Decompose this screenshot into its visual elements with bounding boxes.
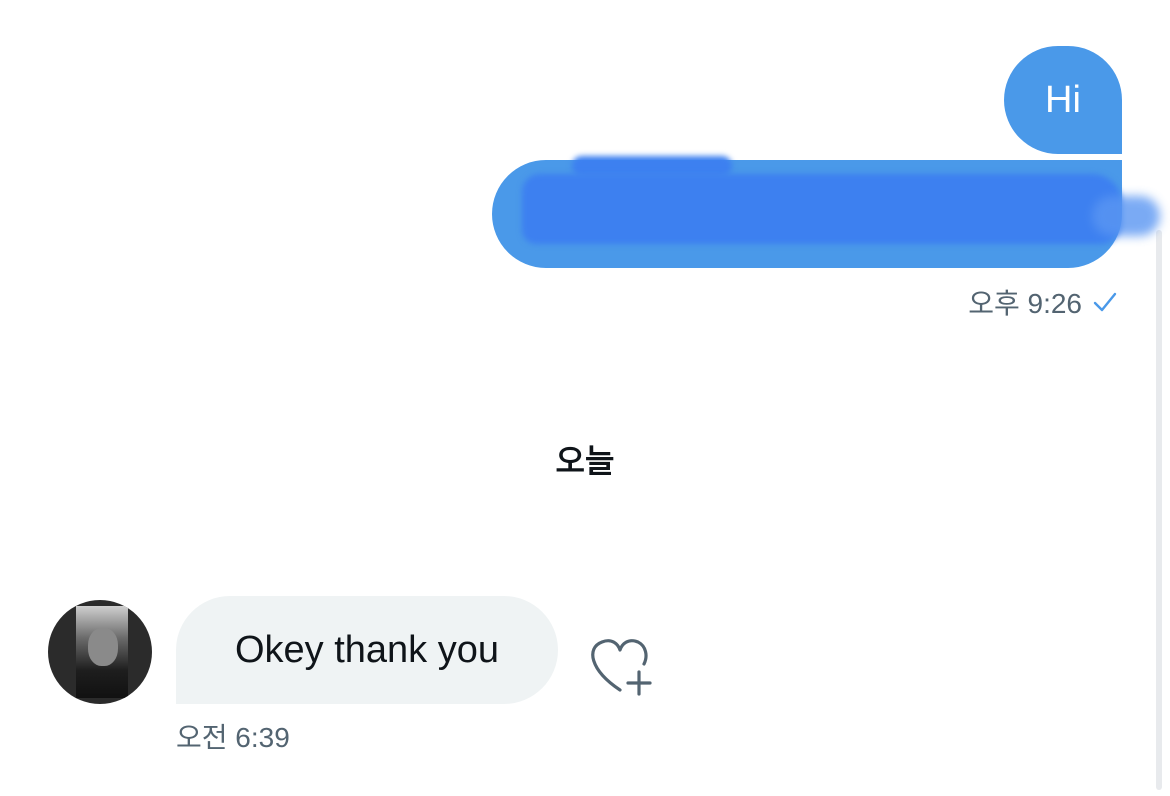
avatar-face	[88, 628, 118, 666]
outgoing-message-bubble-redacted[interactable]	[492, 156, 1160, 268]
incoming-timestamp: 오전 6:39	[176, 722, 290, 753]
redaction-scribble	[572, 156, 732, 176]
outgoing-timestamp: 오후 9:26	[968, 288, 1082, 319]
date-separator: 오늘	[555, 443, 615, 479]
incoming-message-bubble[interactable]: Okey thank you	[176, 596, 558, 704]
outgoing-timestamp-row: 오후 9:26	[968, 282, 1118, 322]
scrollbar[interactable]	[1156, 230, 1162, 790]
redaction-scribble	[1092, 196, 1160, 236]
heart-plus-icon[interactable]	[584, 634, 656, 698]
incoming-message-text: Okey thank you	[234, 628, 500, 671]
outgoing-message-text: Hi	[1045, 78, 1081, 121]
avatar[interactable]	[48, 600, 152, 704]
outgoing-message-bubble[interactable]: Hi	[1004, 46, 1122, 154]
check-icon	[1092, 290, 1118, 314]
redaction-scribble	[522, 174, 1122, 244]
